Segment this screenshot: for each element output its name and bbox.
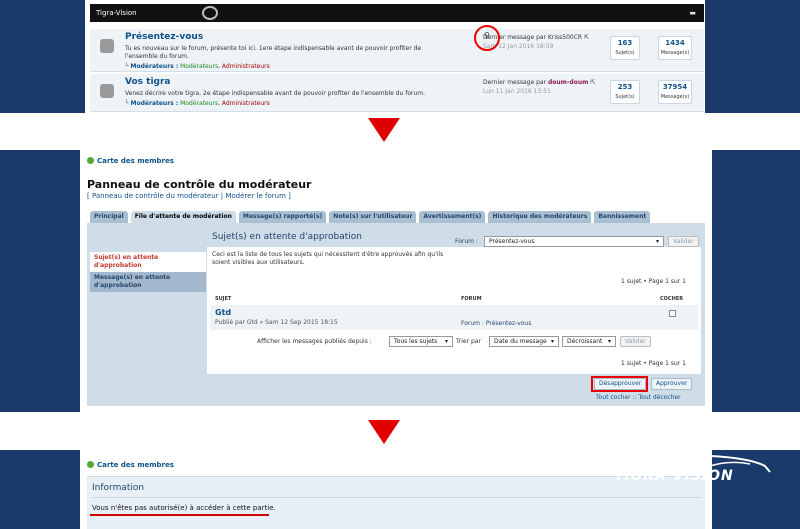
tab-reports[interactable]: Message(s) rapporté(s) — [238, 211, 327, 223]
posts-count: 1434 Message(s) — [658, 36, 692, 60]
globe-icon — [87, 157, 94, 164]
forum-row: Vos tigra Venez décrire votre tigra. 2e … — [90, 74, 704, 112]
collapse-icon[interactable]: ▬ — [689, 4, 696, 22]
forum-description: Tu es nouveau sur le forum, présente toi… — [125, 45, 422, 60]
tab-principal[interactable]: Principal — [90, 211, 128, 223]
nav-pending-topics[interactable]: Sujet(s) en attente d'approbation — [90, 252, 206, 272]
filter-label: Afficher les messages publiés depuis : — [257, 338, 372, 345]
forum-category-header[interactable]: Tigra-Vision ▬ — [90, 4, 704, 22]
category-title[interactable]: Tigra-Vision — [96, 9, 137, 17]
forum-moderators: └ Modérateurs : Modérateurs, Administrat… — [125, 100, 270, 107]
forum-label: Forum : — [455, 238, 478, 245]
forum-moderators: └ Modérateurs : Modérateurs, Administrat… — [125, 63, 270, 70]
nav-pending-posts[interactable]: Message(s) en attente d'approbation — [90, 272, 206, 292]
check-all-link[interactable]: Tout cocher — [596, 394, 631, 401]
forum-validate-button[interactable]: Valider — [668, 236, 699, 247]
column-subject: SUJET — [215, 296, 232, 302]
breadcrumb[interactable]: [ Panneau de contrôle du modérateur | Mo… — [87, 192, 291, 200]
forum-row: Présentez-vous Tu es nouveau sur le foru… — [90, 29, 704, 72]
forum-folder-icon — [100, 84, 114, 98]
mod-link[interactable]: Modérateurs — [180, 100, 218, 107]
divider — [92, 497, 702, 498]
side-background-left — [0, 150, 80, 412]
topics-count: 253 Sujet(s) — [610, 80, 640, 104]
queue-intro: Ceci est la liste de tous les sujets qui… — [212, 251, 444, 266]
side-background-left — [0, 0, 85, 113]
section-title: Sujet(s) en attente d'approbation — [212, 232, 363, 242]
topic-meta: Publié par Gtd » Sam 12 Sep 2015 18:15 — [215, 319, 338, 326]
forum-select[interactable]: Présentez-vous ▾ — [484, 236, 664, 247]
sort-label: Trier par — [456, 338, 481, 345]
last-post: Dernier message par doum-doum ⇱ Lun 11 J… — [483, 79, 596, 95]
filter-validate-button[interactable]: Valider — [620, 336, 651, 347]
last-post-date: Lun 11 Jan 2016 13:51 — [483, 88, 551, 95]
opel-logo-icon — [202, 6, 218, 20]
topic-title-link[interactable]: Gtd — [215, 308, 231, 317]
column-forum: FORUM — [461, 296, 482, 302]
last-post-user[interactable]: Kriss500CR — [548, 34, 582, 41]
topic-forum[interactable]: Forum : Présentez-vous — [461, 320, 531, 327]
last-post-user[interactable]: doum-doum — [548, 79, 588, 86]
filter-select[interactable]: Tous les sujets ▾ — [389, 336, 453, 347]
disapprove-button[interactable]: Désapprouver — [594, 378, 647, 390]
side-background-left — [0, 450, 80, 529]
column-check: COCHER — [660, 296, 684, 302]
page-title: Panneau de contrôle du modérateur — [87, 178, 312, 191]
members-map-link[interactable]: Carte des membres — [87, 157, 174, 165]
table-row: Gtd Publié par Gtd » Sam 12 Sep 2015 18:… — [210, 305, 698, 330]
topic-checkbox[interactable] — [669, 310, 676, 317]
globe-icon — [87, 461, 94, 468]
highlight-underline — [90, 514, 269, 516]
mod-link[interactable]: Modérateurs — [180, 63, 218, 70]
side-background-right — [705, 0, 800, 113]
forum-description: Venez décrire votre tigra. 2e étape indi… — [125, 90, 426, 97]
posts-count: 37954 Message(s) — [658, 80, 692, 104]
tab-logs[interactable]: Historique des modérateurs — [488, 211, 592, 223]
check-controls: Tout cocher :: Tout décocher — [596, 394, 681, 401]
lock-icon: ♀ — [484, 31, 490, 40]
tigra-vision-logo: TIGRA VISION — [610, 440, 785, 495]
side-background-right — [712, 150, 800, 412]
down-arrow-icon — [368, 118, 400, 142]
tab-bans[interactable]: Bannissement — [594, 211, 651, 223]
admin-link[interactable]: Administrateurs — [222, 63, 270, 70]
uncheck-all-link[interactable]: Tout décocher — [639, 394, 681, 401]
forum-title[interactable]: Présentez-vous — [125, 32, 203, 42]
pagination-bottom: 1 sujet • Page 1 sur 1 — [621, 360, 686, 367]
sort-order-select[interactable]: Décroissant ▾ — [562, 336, 616, 347]
tab-notes[interactable]: Note(s) sur l'utilisateur — [329, 211, 417, 223]
tab-bar: Principal File d'attente de modération M… — [90, 211, 651, 223]
down-arrow-icon — [368, 420, 400, 444]
tab-warnings[interactable]: Avertissement(s) — [419, 211, 486, 223]
forum-title[interactable]: Vos tigra — [125, 77, 171, 87]
topics-count: 163 Sujet(s) — [610, 36, 640, 60]
tab-queue[interactable]: File d'attente de modération — [130, 211, 236, 223]
info-title: Information — [92, 483, 145, 493]
sort-by-select[interactable]: Date du message ▾ — [489, 336, 559, 347]
approve-button[interactable]: Approuver — [651, 378, 693, 390]
forum-folder-icon — [100, 39, 114, 53]
admin-link[interactable]: Administrateurs — [222, 100, 270, 107]
error-message: Vous n'êtes pas autorisé(e) à accéder à … — [92, 504, 276, 512]
pagination: 1 sujet • Page 1 sur 1 — [621, 278, 686, 285]
members-map-link[interactable]: Carte des membres — [87, 461, 174, 469]
logo-text: TIGRA VISION — [614, 468, 734, 484]
